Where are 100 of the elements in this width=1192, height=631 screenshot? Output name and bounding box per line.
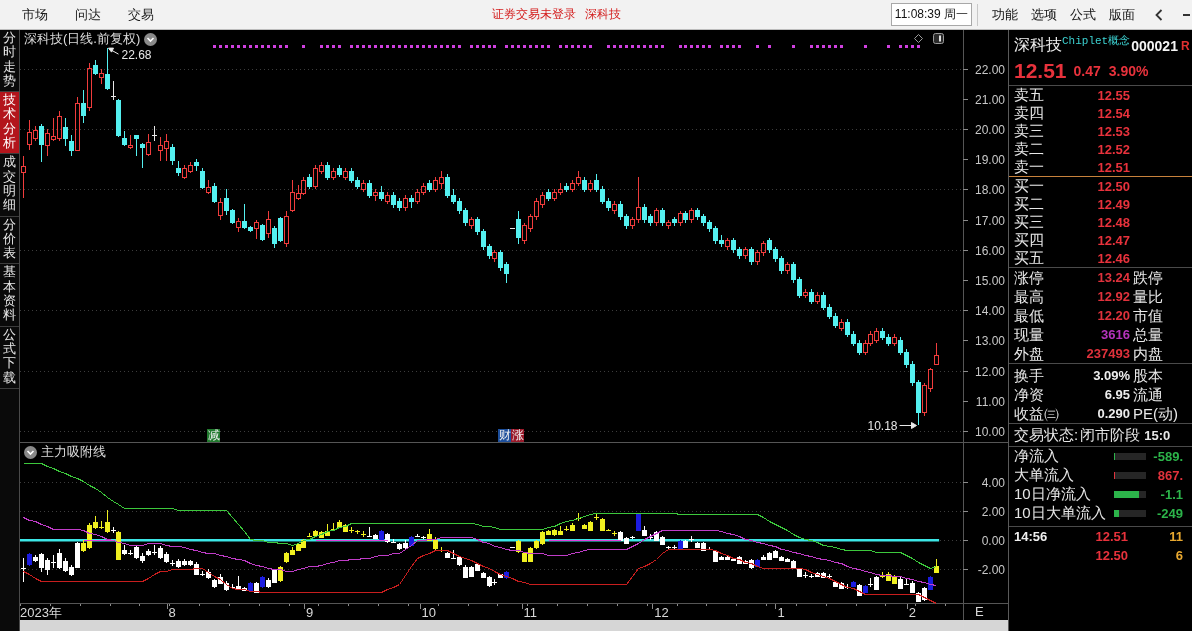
flow-label: 净流入 (1014, 447, 1060, 466)
login-notice: 证券交易未登录 (492, 6, 576, 23)
stat-label: 量比 (1133, 287, 1164, 306)
stat-label: 流通 (1133, 385, 1164, 404)
axis-label: 16.00 (974, 243, 1005, 258)
stat-label: 内盘 (1133, 344, 1164, 363)
trade-price: 12.50 (1094, 548, 1128, 563)
status-time: 15:0 (1144, 427, 1171, 443)
order-price: 12.54 (1096, 105, 1130, 121)
stat-label: 市值 (1133, 306, 1164, 325)
stat-label: 现量 (1014, 325, 1045, 344)
trade-volume: 6 (1174, 548, 1183, 563)
order-level-label: 买五 (1014, 249, 1045, 267)
last-price: 12.51 (1014, 58, 1067, 83)
status-value: 闭市阶段 (1080, 425, 1141, 445)
stat-value: 6.95 (1103, 387, 1130, 402)
stock-name: 深科技 (585, 6, 621, 23)
price-change: 0.47 (1073, 62, 1101, 79)
axis-label: 12.00 (974, 364, 1005, 379)
order-level-label: 买三 (1014, 213, 1045, 231)
order-price: 12.49 (1096, 196, 1130, 212)
trade-volume: 11 (1168, 529, 1183, 544)
order-level-label: 卖三 (1014, 122, 1045, 140)
stat-value: 3.09% (1092, 368, 1130, 383)
axis-label: 2.00 (981, 504, 1005, 519)
stat-value: 3616 (1100, 327, 1130, 342)
event-tag: 减 (207, 429, 220, 442)
axis-label: -2.00 (977, 562, 1005, 577)
stat-value: 237493 (1085, 346, 1130, 361)
stat-label: 涨停 (1014, 268, 1045, 287)
event-tag: 财 (498, 429, 511, 442)
order-level-label: 卖四 (1014, 104, 1045, 122)
order-price: 12.46 (1096, 250, 1130, 266)
chart-title: 深科技(日线.前复权) (24, 32, 141, 46)
order-level-label: 卖五 (1014, 86, 1045, 104)
clock: 11:08:39 周一 (890, 3, 972, 26)
stat-label: 换手 (1014, 366, 1045, 385)
market-label: R (1180, 38, 1190, 55)
order-price: 12.52 (1096, 141, 1130, 157)
stat-label: 净资 (1014, 385, 1045, 404)
price-annotation: 10.18 (867, 418, 898, 433)
flow-label: 大单流入 (1014, 466, 1075, 485)
stat-label: 最低 (1014, 306, 1045, 325)
stat-value: 12.20 (1096, 308, 1130, 323)
order-price: 12.50 (1096, 178, 1130, 194)
flow-label: 10日净流入 (1014, 485, 1092, 504)
stat-label: 收益㈢ (1014, 404, 1060, 423)
axis-label: 8 (168, 605, 176, 620)
order-level-label: 买二 (1014, 195, 1045, 213)
stat-value: 0.290 (1096, 406, 1130, 421)
axis-label: 4.00 (981, 475, 1005, 490)
axis-label: 20.00 (974, 122, 1005, 137)
order-level-label: 买一 (1014, 177, 1045, 195)
stock-code: 000021 (1131, 37, 1178, 56)
order-level-label: 卖一 (1014, 158, 1045, 176)
status-label: 交易状态: (1014, 425, 1079, 445)
axis-label: 1 (777, 605, 785, 620)
price-annotation: 22.68 (121, 48, 152, 63)
axis-label: 2023年 (20, 605, 62, 620)
stock-name: 深科技 (1014, 35, 1062, 55)
axis-label: 12 (654, 605, 669, 620)
order-price: 12.48 (1096, 214, 1130, 230)
axis-label: 17.00 (974, 213, 1005, 228)
stat-label: 最高 (1014, 287, 1045, 306)
axis-label: 15.00 (974, 273, 1005, 288)
axis-label: 21.00 (974, 92, 1005, 107)
trade-price: 12.51 (1094, 529, 1128, 544)
stat-label: 总量 (1133, 325, 1164, 344)
change-percent: 3.90% (1108, 62, 1149, 79)
flow-value: -589. (1152, 449, 1183, 464)
order-level-label: 卖二 (1014, 140, 1045, 158)
concept-label: Chiplet概念 (1062, 34, 1131, 47)
order-price: 12.53 (1096, 123, 1130, 139)
axis-label: 2 (908, 605, 916, 620)
axis-label: 9 (305, 605, 314, 620)
axis-label: 11 (523, 605, 538, 620)
stat-label: 跌停 (1133, 268, 1164, 287)
trade-time: 14:56 (1014, 529, 1049, 544)
flow-value: 867. (1156, 468, 1183, 483)
flow-value: -1.1 (1159, 487, 1183, 502)
stat-value: 13.24 (1096, 270, 1130, 285)
axis-label: 14.00 (974, 303, 1005, 318)
stat-label: PE(动) (1133, 404, 1179, 423)
axis-label: 10 (421, 605, 437, 620)
axis-label: 18.00 (974, 182, 1005, 197)
event-tag: 涨 (511, 429, 524, 442)
order-price: 12.47 (1096, 232, 1130, 248)
axis-label: 22.00 (974, 62, 1005, 77)
axis-label: 10.00 (974, 424, 1005, 439)
axis-label: 13.00 (974, 333, 1005, 348)
axis-label: 19.00 (974, 152, 1005, 167)
order-price: 12.55 (1096, 87, 1130, 103)
axis-label: 0.00 (981, 533, 1005, 548)
chart-title: 主力吸附线 (41, 445, 106, 459)
order-level-label: 买四 (1014, 231, 1045, 249)
axis-label: 11.00 (975, 394, 1005, 409)
flow-value: -249 (1155, 506, 1183, 521)
stat-value: 12.92 (1096, 289, 1130, 304)
flow-label: 10日大单流入 (1014, 504, 1107, 523)
order-price: 12.51 (1096, 159, 1130, 175)
